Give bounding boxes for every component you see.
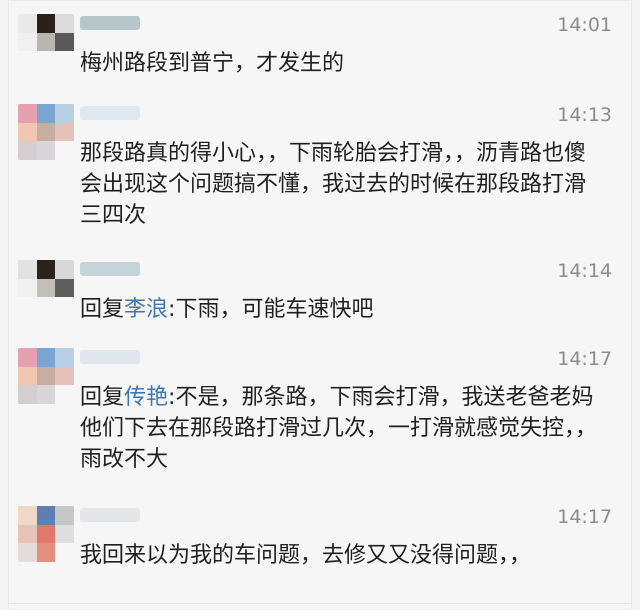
sender-name-blurred	[80, 16, 140, 30]
chat-message[interactable]: 14:13 那段路真的得小心，，下雨轮胎会打滑，，沥青路也傻会出现这个问题搞不懂…	[18, 104, 620, 240]
avatar[interactable]	[18, 348, 74, 404]
sender-name-blurred	[80, 106, 140, 120]
message-text: 梅州路段到普宁，才发生的	[80, 51, 345, 76]
reply-text: :下雨，可能车速快吧	[168, 297, 374, 322]
sender-name-blurred	[80, 508, 140, 522]
sender-name-blurred	[80, 262, 140, 276]
avatar[interactable]	[18, 260, 74, 316]
chat-message[interactable]: 14:17 我回来以为我的车问题，去修又又没得问题，，	[18, 506, 620, 606]
chat-message[interactable]: 14:01 梅州路段到普宁，才发生的	[18, 14, 620, 84]
divider	[8, 603, 632, 604]
message-time: 14:13	[557, 104, 612, 126]
sender-name-blurred	[80, 350, 140, 364]
avatar[interactable]	[18, 14, 74, 70]
reply-prefix: 回复	[80, 385, 125, 410]
message-time: 14:14	[557, 260, 612, 282]
avatar[interactable]	[18, 104, 74, 160]
chat-message[interactable]: 14:17 回复传艳:不是，那条路，下雨会打滑，我送老爸老妈他们下去在那段路打滑…	[18, 348, 620, 488]
chat-window: 14:01 梅州路段到普宁，才发生的 14:13 那段路真的得小心，，下雨轮胎会…	[8, 0, 632, 610]
avatar[interactable]	[18, 506, 74, 562]
mention-link[interactable]: 李浪	[124, 297, 168, 322]
message-time: 14:17	[557, 506, 612, 528]
message-text: 那段路真的得小心，，下雨轮胎会打滑，，沥青路也傻会出现这个问题搞不懂，我过去的时…	[80, 141, 587, 228]
message-text: 回复李浪:下雨，可能车速快吧	[80, 294, 602, 325]
message-text: 我回来以为我的车问题，去修又又没得问题，，	[80, 543, 532, 568]
chat-message[interactable]: 14:14 回复李浪:下雨，可能车速快吧	[18, 260, 620, 330]
message-time: 14:17	[557, 348, 612, 370]
reply-prefix: 回复	[80, 297, 125, 322]
message-text: 回复传艳:不是，那条路，下雨会打滑，我送老爸老妈他们下去在那段路打滑过几次，一打…	[80, 382, 602, 475]
mention-link[interactable]: 传艳	[124, 385, 168, 410]
message-time: 14:01	[557, 14, 612, 36]
